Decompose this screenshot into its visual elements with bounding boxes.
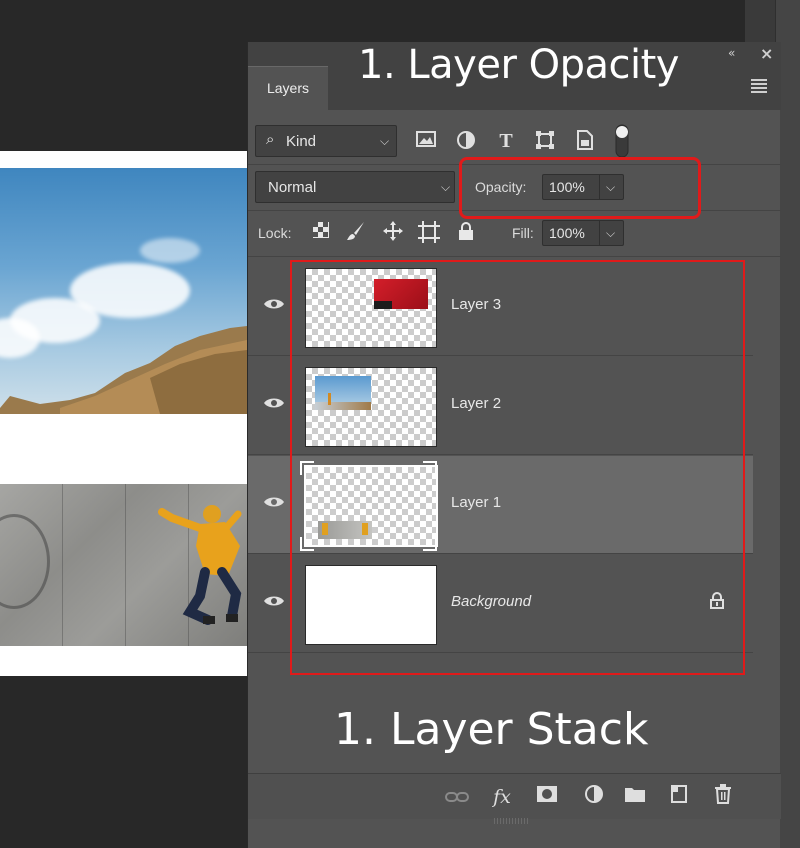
visibility-eye-icon[interactable] (263, 395, 285, 409)
panel-footer: fx (248, 773, 781, 819)
sky-image-layer (0, 168, 247, 414)
new-group-icon[interactable] (622, 784, 648, 810)
annotation-layer-stack: 1. Layer Stack (334, 704, 649, 755)
opacity-highlight-box (459, 157, 701, 219)
add-mask-icon[interactable] (534, 784, 560, 810)
image-filter-icon[interactable] (415, 130, 437, 152)
type-filter-icon[interactable]: T (495, 130, 517, 152)
visibility-eye-icon[interactable] (263, 593, 285, 607)
visibility-eye-icon[interactable] (263, 296, 285, 310)
lock-position-icon[interactable] (382, 221, 404, 243)
filter-kind-dropdown[interactable]: ⌕ Kind ⌵ (255, 125, 397, 157)
adjustment-filter-icon[interactable] (455, 130, 477, 152)
wall-dancer-image-layer (0, 484, 247, 646)
chevron-down-icon: ⌵ (380, 134, 390, 148)
panel-menu-icon[interactable] (751, 79, 767, 95)
shape-filter-icon[interactable] (534, 130, 556, 152)
collapse-panel-icon[interactable]: « (728, 46, 735, 60)
fx-icon[interactable]: fx (489, 784, 515, 810)
new-layer-icon[interactable] (666, 784, 692, 810)
lock-label: Lock: (258, 225, 292, 241)
search-icon: ⌕ (266, 131, 275, 148)
fill-value: 100% (549, 225, 585, 241)
fill-label: Fill: (512, 225, 534, 241)
lock-image-pixels-icon[interactable] (345, 221, 367, 243)
annotation-layer-opacity: 1. Layer Opacity (358, 42, 679, 88)
blend-mode-value: Normal (268, 179, 317, 196)
blend-mode-dropdown[interactable]: Normal ⌵ (255, 171, 455, 203)
layer-stack-highlight-box (290, 260, 745, 675)
document-canvas[interactable] (0, 151, 247, 676)
visibility-eye-icon[interactable] (263, 494, 285, 508)
lock-artboard-icon[interactable] (418, 221, 440, 243)
fill-input[interactable]: 100% ⌵ (542, 220, 624, 246)
new-fill-adjustment-icon[interactable] (581, 784, 607, 810)
close-panel-icon[interactable]: × (760, 44, 773, 63)
lock-transparent-pixels-icon[interactable] (310, 221, 332, 243)
smart-object-filter-icon[interactable] (574, 130, 596, 152)
link-layers-icon[interactable] (444, 784, 470, 810)
tab-layers[interactable]: Layers (248, 66, 328, 110)
filter-toggle-icon[interactable] (611, 124, 633, 158)
delete-layer-icon[interactable] (710, 784, 736, 810)
lock-all-icon[interactable] (455, 221, 477, 243)
chevron-down-icon: ⌵ (441, 180, 451, 194)
chevron-down-icon[interactable]: ⌵ (606, 226, 615, 241)
divider (248, 256, 781, 257)
filter-kind-label: Kind (286, 133, 317, 150)
resize-grip[interactable] (494, 818, 530, 824)
